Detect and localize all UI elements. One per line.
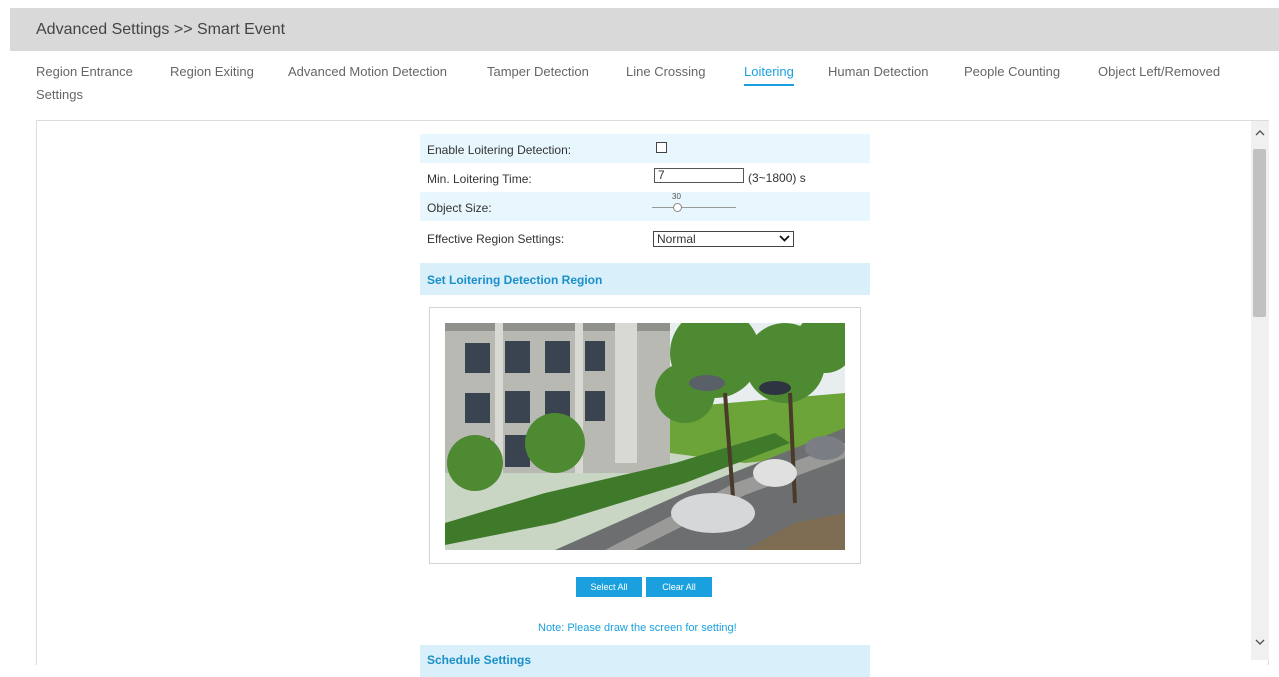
- min-time-row: Min. Loitering Time: 7 (3~1800) s: [420, 163, 870, 192]
- region-section-header: Set Loitering Detection Region: [420, 263, 870, 295]
- min-time-input[interactable]: 7: [654, 168, 744, 183]
- vertical-scrollbar[interactable]: [1251, 121, 1269, 660]
- scroll-thumb[interactable]: [1253, 149, 1266, 317]
- region-settings-value: Normal: [657, 232, 696, 246]
- select-all-button[interactable]: Select All: [576, 577, 642, 597]
- schedule-section-title: Schedule Settings: [427, 653, 532, 667]
- enable-row: Enable Loitering Detection:: [420, 134, 870, 163]
- object-size-slider-track[interactable]: [652, 207, 736, 208]
- chevron-down-icon: [779, 232, 790, 248]
- tab-human-detection[interactable]: Human Detection: [828, 64, 928, 79]
- region-settings-row: Effective Region Settings:: [420, 221, 870, 253]
- schedule-section-header: Schedule Settings: [420, 645, 870, 677]
- page-header: Advanced Settings >> Smart Event: [10, 8, 1279, 51]
- loitering-settings-form: Enable Loitering Detection: Min. Loiteri…: [420, 134, 870, 677]
- page-title: Advanced Settings >> Smart Event: [36, 21, 286, 38]
- region-settings-label: Effective Region Settings:: [427, 232, 565, 246]
- object-size-slider-thumb[interactable]: [673, 203, 682, 212]
- tab-object-left-removed[interactable]: Object Left/Removed: [1098, 64, 1220, 79]
- object-size-value: 30: [672, 192, 681, 201]
- scroll-down-icon[interactable]: [1251, 634, 1269, 652]
- tab-loitering[interactable]: Loitering: [744, 64, 794, 86]
- object-size-row: Object Size: 30: [420, 192, 870, 221]
- enable-label: Enable Loitering Detection:: [427, 143, 572, 157]
- tab-region-entrance[interactable]: Region Entrance: [36, 64, 133, 79]
- region-note: Note: Please draw the screen for setting…: [538, 622, 737, 634]
- tab-region-exiting[interactable]: Region Exiting: [170, 64, 254, 79]
- tab-loitering-label: Loitering: [744, 64, 794, 79]
- camera-preview[interactable]: [445, 323, 845, 550]
- tab-advanced-motion-detection[interactable]: Advanced Motion Detection: [288, 64, 447, 79]
- enable-checkbox[interactable]: [656, 142, 667, 153]
- tab-people-counting[interactable]: People Counting: [964, 64, 1060, 79]
- tab-tamper-detection[interactable]: Tamper Detection: [487, 64, 589, 79]
- active-tab-indicator: [744, 84, 794, 86]
- scroll-up-icon[interactable]: [1251, 125, 1269, 143]
- tab-object-left-removed-wrap[interactable]: Settings: [36, 87, 83, 102]
- video-frame: [429, 307, 861, 564]
- region-settings-select[interactable]: Normal: [653, 231, 794, 247]
- clear-all-button[interactable]: Clear All: [646, 577, 712, 597]
- region-section-title: Set Loitering Detection Region: [427, 273, 603, 287]
- min-time-range: (3~1800) s: [748, 171, 806, 185]
- tab-line-crossing[interactable]: Line Crossing: [626, 64, 706, 79]
- min-time-label: Min. Loitering Time:: [427, 172, 532, 186]
- object-size-label: Object Size:: [427, 201, 492, 215]
